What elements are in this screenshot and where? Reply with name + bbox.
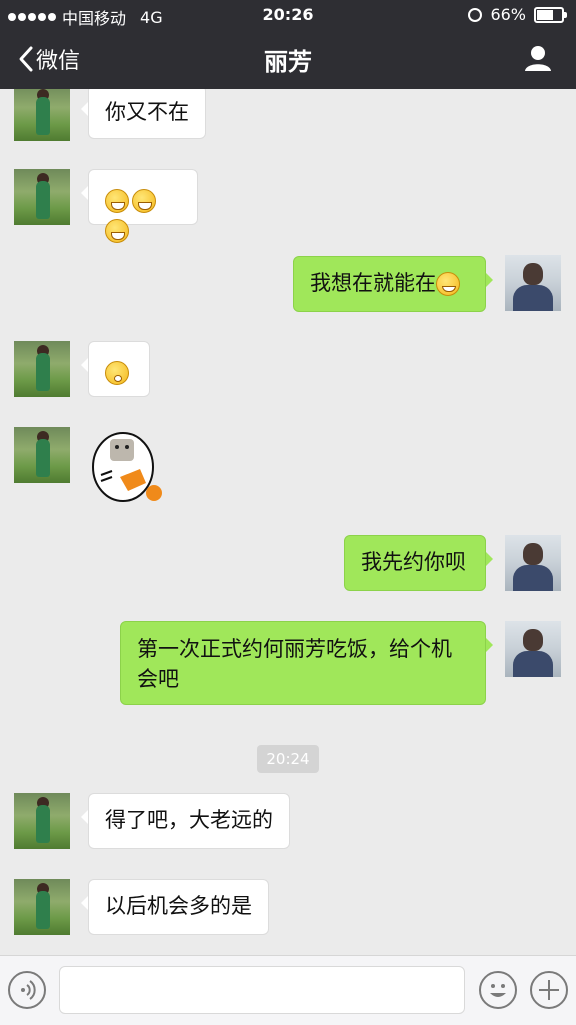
grin-icon [105,189,129,213]
timestamp-chip: 20:24 [257,745,319,773]
chat-area[interactable]: 你又不在 我想在就能在 我先约你呗 第一次正式约何丽芳吃饭，给个机会吧 20:2… [0,89,576,955]
heart-eyes-icon [436,272,460,296]
plus-icon [539,980,559,1000]
outgoing-message[interactable]: 第一次正式约何丽芳吃饭，给个机会吧 [120,621,493,705]
status-bar: 中国移动 4G 20:26 66% [0,0,576,30]
person-icon [525,46,551,71]
top-bar: 中国移动 4G 20:26 66% 微信 丽芳 [0,0,576,89]
message-text: 得了吧，大老远的 [105,808,273,832]
chat-title: 丽芳 [264,48,312,76]
rotation-lock-icon [468,7,483,22]
message-text: 第一次正式约何丽芳吃饭，给个机会吧 [137,637,452,691]
contact-avatar[interactable] [14,341,70,397]
incoming-message[interactable] [81,169,198,243]
my-avatar[interactable] [505,255,561,311]
contact-avatar[interactable] [14,427,70,483]
incoming-message[interactable]: 以后机会多的是 [81,879,269,935]
incoming-message[interactable]: 得了吧，大老远的 [81,793,290,849]
incoming-message[interactable] [81,341,150,397]
grin-icon [105,219,129,243]
message-text: 我先约你呗 [361,550,466,574]
emoji-button[interactable] [479,971,517,1009]
voice-icon [21,980,36,1000]
message-text: 你又不在 [105,100,189,124]
battery-percent: 66% [490,5,526,24]
smiley-icon [490,984,506,997]
outgoing-message[interactable]: 我想在就能在 [293,256,493,312]
contact-avatar[interactable] [14,169,70,225]
battery-icon [534,6,567,23]
profile-button[interactable] [524,44,552,76]
contact-avatar[interactable] [14,89,70,141]
outgoing-message[interactable]: 我先约你呗 [344,535,493,591]
message-text: 以后机会多的是 [105,894,252,918]
my-avatar[interactable] [505,535,561,591]
nav-bar: 微信 丽芳 [0,30,576,89]
surprised-icon [105,361,129,385]
more-button[interactable] [530,971,568,1009]
input-bar [0,955,576,1025]
grin-icon [132,189,156,213]
message-input[interactable] [59,966,465,1014]
contact-avatar[interactable] [14,879,70,935]
incoming-message[interactable]: 你又不在 [81,89,206,139]
voice-button[interactable] [8,971,46,1009]
message-text: 我想在就能在 [310,271,436,295]
contact-avatar[interactable] [14,793,70,849]
my-avatar[interactable] [505,621,561,677]
cartoon-sticker[interactable] [90,429,166,505]
